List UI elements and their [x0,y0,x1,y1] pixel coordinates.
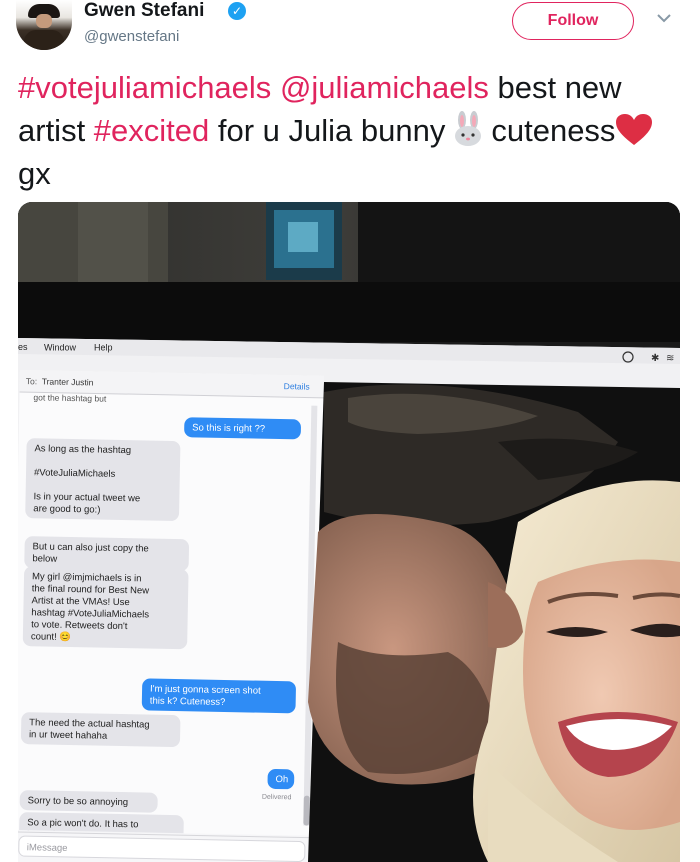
hashtag-link[interactable]: #excited [94,113,209,148]
message-text-line: count! 😊 [31,630,72,643]
avatar-body [24,30,64,50]
photo-screenshot-image: es Window Help ✱ ≋ To: Tranter Justin Detail… [18,202,680,862]
tweet-text-segment: for u Julia bunny [209,113,446,148]
imessage-input: iMessage [27,842,68,854]
message-text-line: this k? Cuteness? [150,696,226,708]
message-text-line: to vote. Retweets don't [31,619,128,632]
message-text-line: below [32,553,57,564]
tweet-text-segment [271,70,280,105]
message-text-line: hashtag #VoteJuliaMichaels [31,607,149,620]
display-name[interactable]: Gwen Stefani [84,0,204,22]
message-text-line: As long as the hashtag [34,443,131,456]
message-text-line: Oh [275,774,288,785]
chevron-down-icon[interactable] [656,10,672,26]
menubar-item: Help [94,343,113,353]
message-text-line: the final round for Best New [32,583,150,596]
follow-button[interactable]: Follow [512,2,634,40]
message-text-line: are good to go:) [33,503,100,515]
hashtag-link[interactable]: #votejuliamichaels [18,70,271,105]
message-text-line: Sorry to be so annoying [28,795,129,808]
delivered-label: Delivered [262,794,292,802]
menubar-item: es [18,342,28,352]
details-link: Details [284,381,310,391]
recipient-name: Tranter Justin [42,376,94,387]
message-text-line: So this is right ?? [192,422,265,434]
message-text-line: Artist at the VMAs! Use [31,595,129,608]
message-text-line: But u can also just copy the [33,541,149,554]
avatar-face [36,14,52,28]
tweet-text: #votejuliamichaels @juliamichaels best n… [18,66,686,195]
avatar[interactable] [16,0,72,50]
tweet-text-segment: gx [18,156,51,191]
user-handle[interactable]: @gwenstefani [84,28,179,45]
message-text-line: So a pic won't do. It has to [27,817,138,830]
mention-link[interactable]: @juliamichaels [280,70,489,105]
message-text-line: My girl @imjmichaels is in [32,571,142,584]
tweet-text-segment: cuteness [491,113,616,148]
message-text-line: #VoteJuliaMichaels [34,467,116,480]
cut-off-message: got the hashtag but [33,392,107,403]
message-text-line: I'm just gonna screen shot [150,684,261,697]
svg-text:✱: ✱ [651,353,659,364]
verified-check-icon: ✓ [228,2,246,20]
bunny-emoji-icon [455,111,482,146]
menubar-item: Window [44,342,77,352]
message-text-line: The need the actual hashtag [29,717,150,730]
heart-emoji-icon [616,114,653,145]
message-text-line: in ur tweet hahaha [29,729,108,742]
tweet-photo[interactable]: es Window Help ✱ ≋ To: Tranter Justin Detail… [18,202,680,862]
tweet-header: Gwen Stefani ✓ @gwenstefani Follow [0,0,700,60]
message-text-line: Is in your actual tweet we [33,491,140,504]
to-label: To: [26,376,38,386]
svg-text:≋: ≋ [666,353,674,364]
